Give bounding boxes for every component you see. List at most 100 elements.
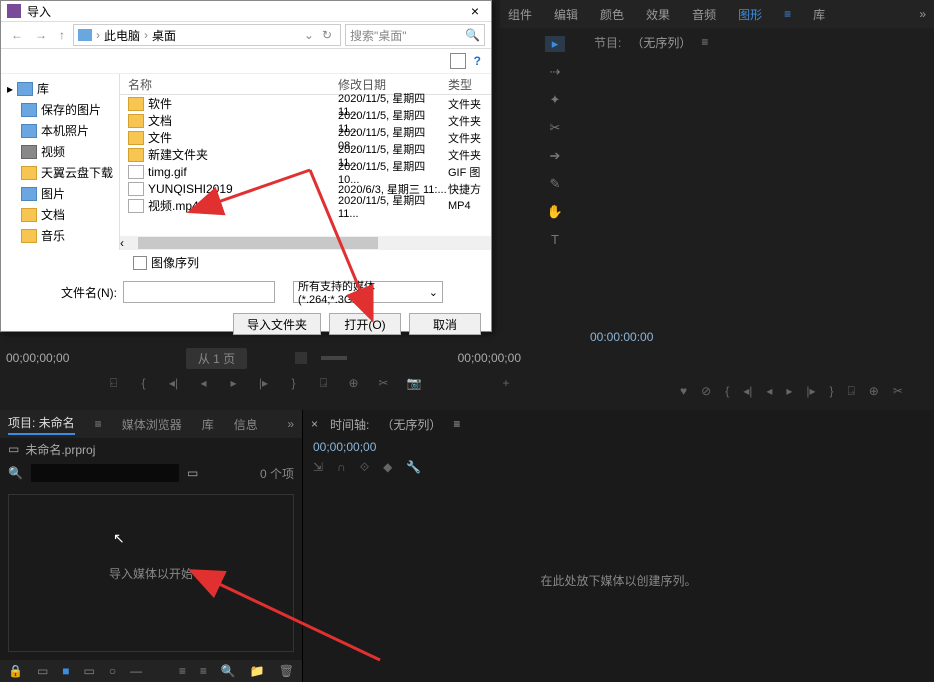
timeline-close-icon[interactable]: × [311, 417, 318, 431]
tool-ripple-icon[interactable]: ✦ [545, 92, 565, 108]
src-btn-add-icon[interactable]: + [499, 376, 513, 390]
sidebar-item-1[interactable]: 本机照片 [1, 120, 119, 141]
src-btn-goin-icon[interactable]: ◂| [167, 376, 181, 390]
foot-list-icon[interactable]: ▭ [37, 664, 48, 678]
sidebar-item-3[interactable]: 天翼云盘下载 [1, 162, 119, 183]
src-btn-insert-icon[interactable]: ⍈ [317, 376, 331, 391]
tl-tool-3-icon[interactable]: ⟐ [360, 460, 369, 475]
src-btn-play-icon[interactable]: ▸ [227, 376, 241, 390]
tool-selection-icon[interactable]: ▸ [545, 36, 565, 52]
tool-slip-icon[interactable]: ➔ [545, 148, 565, 164]
col-name[interactable]: 名称 [120, 76, 338, 93]
src-btn-stepback-icon[interactable]: ◂ [197, 376, 211, 390]
source-zoom-slider[interactable] [321, 356, 347, 360]
tab-media-browser[interactable]: 媒体浏览器 [122, 416, 182, 433]
src-btn-overwrite-icon[interactable]: ⊕ [347, 376, 361, 390]
import-folder-button[interactable]: 导入文件夹 [233, 313, 321, 335]
prog-btn-10-icon[interactable]: ⊕ [869, 384, 879, 398]
tab-info[interactable]: 信息 [234, 416, 258, 433]
ws-tab-编辑[interactable]: 编辑 [554, 6, 578, 23]
project-overflow-icon[interactable]: » [287, 417, 294, 431]
help-icon[interactable]: ? [474, 54, 481, 68]
foot-freeform-icon[interactable]: ▭ [84, 664, 95, 678]
sidebar-item-2[interactable]: 视频 [1, 141, 119, 162]
src-btn-goout-icon[interactable]: } [287, 376, 301, 390]
foot-find-icon[interactable]: 🔍 [221, 664, 236, 678]
dialog-search[interactable]: 搜索"桌面" 🔍 [345, 24, 485, 46]
cancel-button[interactable]: 取消 [409, 313, 481, 335]
tl-tool-1-icon[interactable]: ⇲ [313, 460, 323, 474]
close-button[interactable]: × [465, 3, 485, 19]
file-scrollbar[interactable]: ‹ [120, 236, 491, 250]
tab-libraries[interactable]: 库 [202, 416, 214, 433]
sidebar-library[interactable]: ▸ 库 [1, 78, 119, 99]
foot-zoom-icon[interactable]: ○ [109, 664, 116, 678]
foot-newbin-icon[interactable]: 📁 [250, 664, 265, 678]
sidebar-network[interactable]: ▸ 网络 [1, 246, 119, 250]
src-btn-stepfwd-icon[interactable]: |▸ [257, 376, 271, 390]
filetype-select[interactable]: 所有支持的媒体 (*.264;*.3G2;*.⌄ [293, 281, 443, 303]
prog-btn-9-icon[interactable]: ⍈ [848, 384, 855, 399]
sidebar-item-5[interactable]: 文档 [1, 204, 119, 225]
image-sequence-checkbox[interactable] [133, 256, 147, 270]
open-button[interactable]: 打开(O) [329, 313, 401, 335]
foot-delete-icon[interactable]: 🗑 [279, 664, 294, 678]
sidebar-item-6[interactable]: 音乐 [1, 225, 119, 246]
prog-btn-7-icon[interactable]: |▸ [806, 384, 815, 398]
prog-btn-11-icon[interactable]: ✂ [893, 384, 903, 398]
ws-tab-效果[interactable]: 效果 [646, 6, 670, 23]
timeline-body[interactable]: 在此处放下媒体以创建序列。 [303, 478, 934, 682]
project-bin[interactable]: 导入媒体以开始 [8, 494, 294, 652]
view-mode-icon[interactable] [450, 53, 466, 69]
filename-input[interactable] [123, 281, 275, 303]
prog-btn-6-icon[interactable]: ▸ [786, 384, 792, 398]
timeline-menu-icon[interactable]: ≡ [453, 417, 460, 431]
nav-back-icon[interactable]: ← [7, 28, 27, 42]
ws-tab-颜色[interactable]: 颜色 [600, 6, 624, 23]
col-type[interactable]: 类型 [448, 76, 488, 93]
path-current[interactable]: 桌面 [152, 27, 176, 44]
tool-track-icon[interactable]: ⇢ [545, 64, 565, 80]
project-tab-menu-icon[interactable]: ≡ [95, 417, 102, 431]
program-menu-icon[interactable]: ≡ [701, 35, 708, 49]
prog-btn-5-icon[interactable]: ◂ [766, 384, 772, 398]
foot-icon-view-icon[interactable]: ■ [62, 664, 69, 678]
project-folder-icon[interactable]: ▭ [187, 466, 198, 480]
tl-tool-2-icon[interactable]: ∩ [337, 460, 346, 474]
prog-btn-8-icon[interactable]: } [830, 384, 834, 398]
file-row[interactable]: timg.gif2020/11/5, 星期四 10...GIF 图 [120, 163, 491, 180]
sidebar-item-4[interactable]: 图片 [1, 183, 119, 204]
foot-zoom-slider[interactable]: — [130, 664, 142, 678]
ws-tab-menu-icon[interactable]: ≡ [784, 7, 791, 21]
source-frame-icon[interactable] [295, 352, 307, 364]
sidebar-item-0[interactable]: 保存的图片 [1, 99, 119, 120]
project-search-input[interactable] [31, 464, 179, 482]
foot-lock-icon[interactable]: 🔒 [8, 664, 23, 678]
nav-up-icon[interactable]: ↑ [55, 28, 69, 42]
src-btn-export-icon[interactable]: ✂ [377, 376, 391, 390]
tool-hand-icon[interactable]: ✋ [545, 204, 565, 220]
path-root[interactable]: 此电脑 [104, 27, 140, 44]
refresh-icon[interactable]: ↻ [318, 28, 336, 42]
foot-auto-icon[interactable]: ≡ [200, 664, 207, 678]
ws-overflow-icon[interactable]: » [919, 7, 926, 21]
prog-btn-4-icon[interactable]: ◂| [743, 384, 752, 398]
src-btn-markin-icon[interactable]: ⍇ [107, 376, 121, 391]
prog-btn-2-icon[interactable]: ⊘ [701, 384, 711, 398]
tool-razor-icon[interactable]: ✂ [545, 120, 565, 136]
ws-tab-音频[interactable]: 音频 [692, 6, 716, 23]
ws-tab-组件[interactable]: 组件 [508, 6, 532, 23]
nav-fwd-icon[interactable]: → [31, 28, 51, 42]
tab-project[interactable]: 项目: 未命名 [8, 414, 75, 435]
foot-sort-icon[interactable]: ≡ [179, 664, 186, 678]
source-pager[interactable]: 从 1 页 [186, 348, 247, 369]
tool-pen-icon[interactable]: ✎ [545, 176, 565, 192]
tl-tool-5-icon[interactable]: 🔧 [406, 460, 421, 474]
prog-btn-3-icon[interactable]: { [725, 384, 729, 398]
breadcrumb[interactable]: › 此电脑 › 桌面 ⌄ ↻ [73, 24, 341, 46]
tl-tool-4-icon[interactable]: ◆ [383, 460, 392, 474]
file-row[interactable]: 视频.mp42020/11/5, 星期四 11...MP4 [120, 197, 491, 214]
tool-type-icon[interactable]: T [545, 232, 565, 247]
src-btn-markout-icon[interactable]: { [137, 376, 151, 390]
ws-tab-库[interactable]: 库 [813, 6, 825, 23]
